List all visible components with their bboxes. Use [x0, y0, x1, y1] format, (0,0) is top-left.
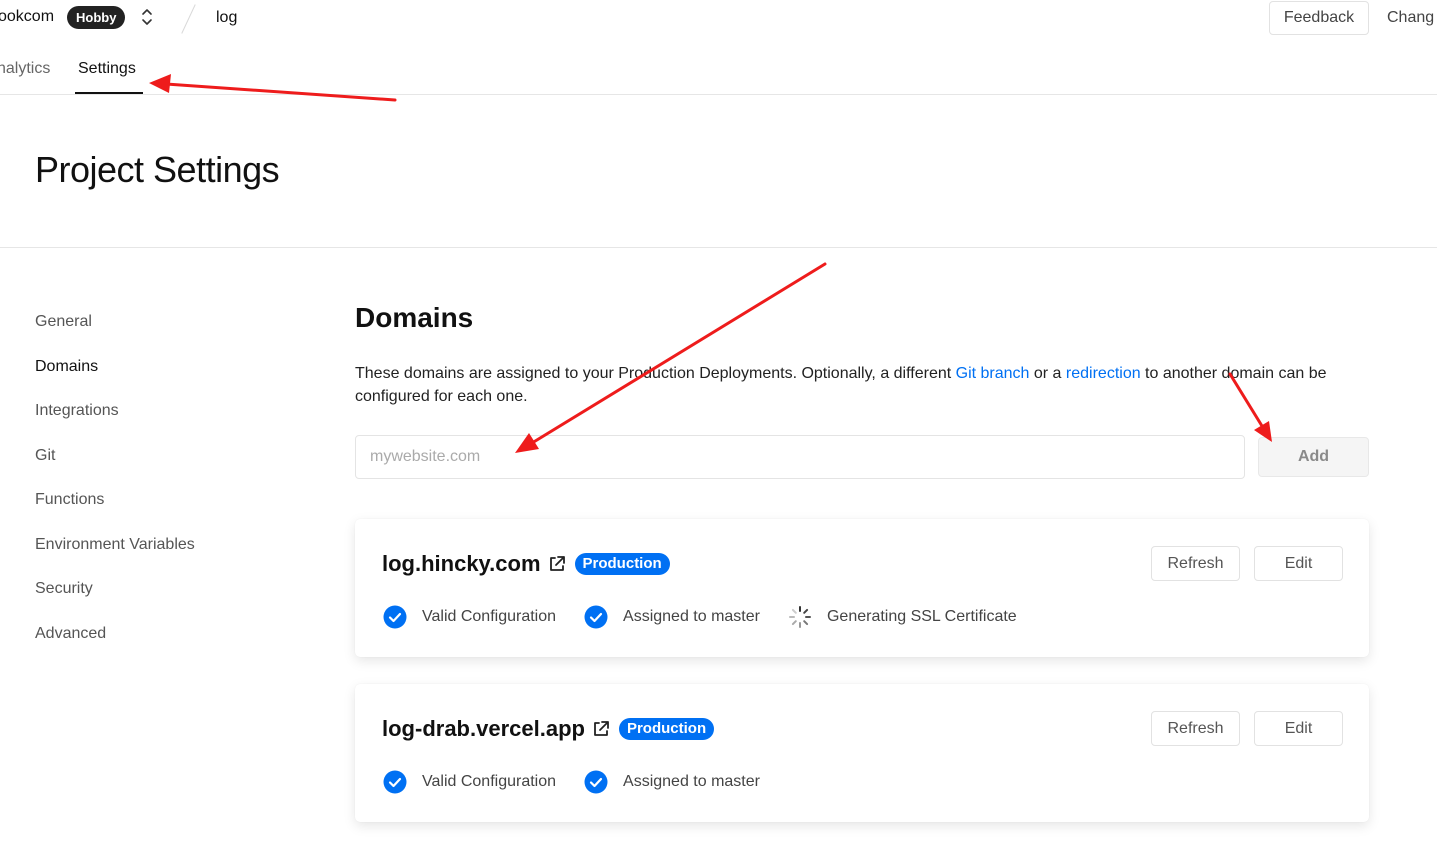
edit-button[interactable]: Edit — [1254, 546, 1343, 581]
active-tab-indicator — [75, 92, 143, 94]
arrow-to-domain-input — [515, 262, 827, 453]
settings-sidebar: General Domains Integrations Git Functio… — [35, 312, 295, 668]
section-title: Domains — [355, 302, 474, 333]
external-link-icon[interactable] — [591, 719, 611, 739]
git-branch-link[interactable]: Git branch — [956, 365, 1030, 382]
status-label: Valid Configuration — [422, 608, 557, 625]
sidebar-item-advanced[interactable]: Advanced — [35, 624, 295, 669]
domain-card: log.hincky.com Production Refresh Edit V… — [355, 519, 1369, 657]
tab-analytics[interactable]: nalytics — [0, 60, 50, 78]
section-description: These domains are assigned to your Produ… — [355, 362, 1369, 408]
production-badge: Production — [618, 718, 715, 740]
sidebar-item-general[interactable]: General — [35, 312, 295, 357]
domain-name[interactable]: log-drab.vercel.app — [382, 716, 585, 742]
check-circle-icon — [383, 770, 407, 794]
chevron-up-down-icon[interactable] — [139, 6, 155, 28]
status-label: Valid Configuration — [422, 773, 557, 790]
status-assigned-to-master: Assigned to master — [584, 605, 760, 629]
production-badge: Production — [574, 553, 670, 575]
tab-settings[interactable]: Settings — [78, 60, 136, 78]
sidebar-item-integrations[interactable]: Integrations — [35, 401, 295, 446]
sidebar-item-git[interactable]: Git — [35, 446, 295, 491]
plan-badge: Hobby — [67, 6, 126, 29]
changelog-link[interactable]: Chang — [1387, 9, 1434, 27]
domain-header: log-drab.vercel.app Production — [382, 714, 715, 744]
status-label: Assigned to master — [623, 773, 760, 790]
project-tabs: nalytics Settings — [0, 40, 1437, 95]
refresh-button[interactable]: Refresh — [1151, 711, 1240, 746]
check-circle-icon — [383, 605, 407, 629]
status-label: Assigned to master — [623, 608, 760, 625]
team-name[interactable]: ookcom — [0, 8, 54, 26]
redirection-link[interactable]: redirection — [1066, 365, 1141, 382]
description-text: These domains are assigned to your Produ… — [355, 365, 956, 382]
status-valid-configuration: Valid Configuration — [383, 605, 556, 629]
title-band: Project Settings — [0, 95, 1437, 248]
status-assigned-to-master: Assigned to master — [584, 770, 760, 794]
sidebar-item-domains[interactable]: Domains — [35, 357, 295, 402]
domains-section: Domains These domains are assigned to yo… — [355, 300, 1369, 822]
status-label: Generating SSL Certificate — [826, 608, 1017, 625]
domain-input[interactable] — [355, 435, 1245, 479]
sidebar-item-security[interactable]: Security — [35, 579, 295, 624]
sidebar-item-environment-variables[interactable]: Environment Variables — [35, 535, 295, 580]
status-generating-ssl: Generating SSL Certificate — [788, 605, 1017, 629]
check-circle-icon — [584, 770, 608, 794]
description-text: or a — [1029, 365, 1066, 382]
domain-name[interactable]: log.hincky.com — [382, 551, 541, 577]
top-bar: ookcom Hobby log Feedback Chang — [0, 0, 1437, 40]
status-row: Valid Configuration Assigned to master — [383, 605, 1045, 629]
edit-button[interactable]: Edit — [1254, 711, 1343, 746]
project-name[interactable]: log — [216, 9, 237, 27]
breadcrumb-separator — [181, 4, 196, 34]
domain-header: log.hincky.com Production — [382, 549, 670, 579]
feedback-button[interactable]: Feedback — [1269, 1, 1369, 35]
sidebar-item-functions[interactable]: Functions — [35, 490, 295, 535]
refresh-button[interactable]: Refresh — [1151, 546, 1240, 581]
page-title: Project Settings — [35, 149, 280, 190]
spinner-icon — [788, 606, 811, 628]
add-domain-button[interactable]: Add — [1258, 437, 1369, 477]
status-row: Valid Configuration Assigned to master — [383, 770, 788, 794]
check-circle-icon — [584, 605, 608, 629]
external-link-icon[interactable] — [547, 554, 567, 574]
domain-card: log-drab.vercel.app Production Refresh E… — [355, 684, 1369, 822]
status-valid-configuration: Valid Configuration — [383, 770, 556, 794]
